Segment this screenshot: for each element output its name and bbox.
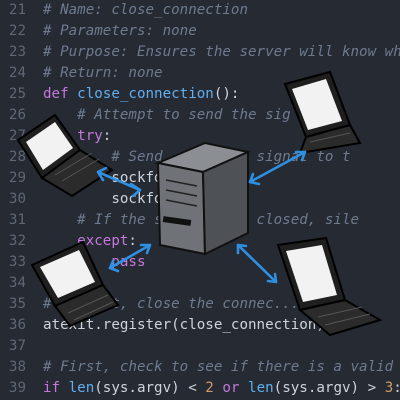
double-arrow-icon (108, 243, 152, 273)
double-arrow-icon (236, 243, 278, 284)
laptop-icon (276, 236, 383, 337)
network-illustration (16, 70, 383, 337)
double-arrow-icon (248, 150, 307, 186)
laptop-icon (283, 70, 362, 155)
server-icon (154, 141, 252, 256)
laptop-icon (30, 240, 120, 328)
laptop-icon (16, 113, 114, 198)
